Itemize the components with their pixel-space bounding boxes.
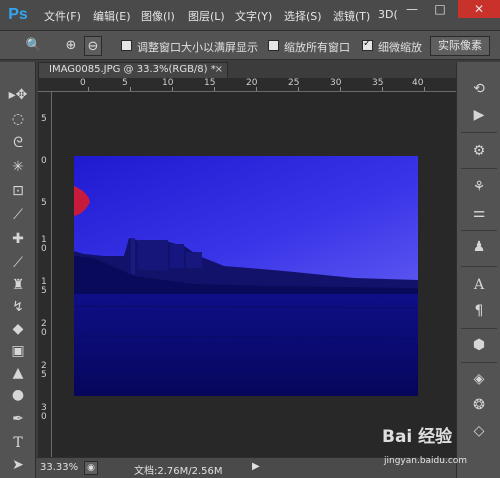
ruler-label: 5 <box>41 114 47 124</box>
right-panel-dock: ⟲ ▶ ⚙ ⚘ ⚌ ♟ A ¶ ⬢ ◈ ❂ ◇ <box>456 62 500 478</box>
zoom-all-windows-checkbox[interactable] <box>268 40 279 51</box>
ruler-label: 2 0 <box>41 319 47 338</box>
resize-windows-label: 调整窗口大小以满屏显示 <box>137 41 258 54</box>
ruler-label: 2 5 <box>41 361 47 380</box>
layers-icon[interactable]: ◈ <box>467 368 491 390</box>
ruler-label: 1 5 <box>41 277 47 296</box>
menu-type[interactable]: 文字(Y) <box>235 8 272 24</box>
menu-file[interactable]: 文件(F) <box>44 8 81 24</box>
menu-image[interactable]: 图像(I) <box>141 8 175 24</box>
magic-wand-tool-icon[interactable]: ✳ <box>6 156 30 178</box>
blur-tool-icon[interactable]: ▲ <box>6 362 30 384</box>
zoom-all-windows-label: 缩放所有窗口 <box>284 41 350 54</box>
paragraph-icon[interactable]: ¶ <box>467 300 491 322</box>
move-tool-icon[interactable]: ▸✥ <box>6 84 30 106</box>
pen-tool-icon[interactable]: ✒ <box>6 408 30 430</box>
adjust-icon[interactable]: ⚌ <box>467 202 491 224</box>
horizontal-ruler: 0 5 10 15 20 25 30 35 40 <box>38 78 456 92</box>
ruler-label: 5 <box>122 78 128 88</box>
path-selection-tool-icon[interactable]: ➤ <box>6 454 30 476</box>
eyedropper-tool-icon[interactable]: ⟋ <box>6 204 30 226</box>
actual-pixels-button[interactable]: 实际像素 <box>430 36 490 56</box>
zoom-level[interactable]: 33.33% <box>40 462 78 473</box>
minimize-button[interactable]: — <box>398 0 426 18</box>
menu-bar: Ps 文件(F) 编辑(E) 图像(I) 图层(L) 文字(Y) 选择(S) 滤… <box>0 0 500 30</box>
ruler-tick <box>88 87 89 91</box>
ruler-label: 1 0 <box>41 235 47 254</box>
scrubby-zoom-label: 细微缩放 <box>378 41 422 54</box>
tool-presets-icon[interactable]: ⚙ <box>467 140 491 162</box>
watermark-url: jingyan.baidu.com <box>384 456 468 466</box>
options-bar: 🔍 ⊕ ⊖ 调整窗口大小以满屏显示 缩放所有窗口 细微缩放 实际像素 <box>0 30 500 60</box>
zoom-in-icon[interactable]: ⊕ <box>62 36 80 56</box>
status-info-icon[interactable]: ◉ <box>84 461 98 475</box>
scrubby-zoom-checkbox[interactable] <box>362 38 373 51</box>
vertical-ruler: 5 0 5 1 0 1 5 2 0 2 5 3 0 <box>38 92 52 457</box>
channels-icon[interactable]: ❂ <box>467 394 491 416</box>
crop-tool-icon[interactable]: ⊡ <box>6 180 30 202</box>
panel-divider <box>461 266 497 267</box>
ps-logo: Ps <box>8 6 28 23</box>
3d-icon[interactable]: ⬢ <box>467 334 491 356</box>
canvas-pasteboard[interactable] <box>52 92 456 457</box>
blue-tinted-photo <box>74 156 418 396</box>
ruler-tick <box>382 87 383 91</box>
menu-3d[interactable]: 3D( <box>378 8 398 21</box>
zoom-out-icon[interactable]: ⊖ <box>84 36 102 56</box>
brush-tool-icon[interactable]: ⟋ <box>6 252 30 274</box>
ruler-label: 3 0 <box>41 403 47 422</box>
zoom-tool-preset-icon[interactable]: 🔍 <box>20 36 48 56</box>
panel-divider <box>461 328 497 329</box>
menu-filter[interactable]: 滤镜(T) <box>333 8 370 24</box>
history-icon[interactable]: ⟲ <box>467 78 491 100</box>
document-tab[interactable]: IMAG0085.JPG @ 33.3%(RGB/8) * × <box>38 62 228 78</box>
ruler-label: 5 <box>41 198 47 208</box>
menu-select[interactable]: 选择(S) <box>284 8 322 24</box>
document-tab-title: IMAG0085.JPG @ 33.3%(RGB/8) * <box>49 64 216 75</box>
eraser-tool-icon[interactable]: ◆ <box>6 318 30 340</box>
panel-divider <box>461 362 497 363</box>
ruler-tick <box>424 87 425 91</box>
photoshop-window: Ps 文件(F) 编辑(E) 图像(I) 图层(L) 文字(Y) 选择(S) 滤… <box>0 0 500 478</box>
tab-close-icon[interactable]: × <box>215 63 223 77</box>
dodge-tool-icon[interactable]: ● <box>6 384 30 406</box>
ruler-tick <box>130 87 131 91</box>
ruler-tick <box>256 87 257 91</box>
clone-source-icon[interactable]: ♟ <box>467 236 491 258</box>
baidu-watermark: Bai 经验 jingyan.baidu.com <box>380 420 498 476</box>
watermark-brand: Bai 经验 <box>382 427 453 447</box>
maximize-button[interactable]: □ <box>426 0 454 18</box>
document-size-info: 文档:2.76M/2.56M <box>134 466 223 477</box>
resize-windows-checkbox[interactable] <box>121 40 132 51</box>
ruler-tick <box>172 87 173 91</box>
gradient-tool-icon[interactable]: ▣ <box>6 340 30 362</box>
lasso-tool-icon[interactable]: ᘓ <box>6 132 30 154</box>
healing-brush-tool-icon[interactable]: ✚ <box>6 228 30 250</box>
ruler-label: 0 <box>80 78 86 88</box>
character-icon[interactable]: A <box>467 274 491 296</box>
ruler-label: 0 <box>41 156 47 166</box>
status-menu-arrow-icon[interactable]: ▶ <box>252 461 260 472</box>
panel-divider <box>461 168 497 169</box>
actions-icon[interactable]: ▶ <box>467 104 491 126</box>
menu-edit[interactable]: 编辑(E) <box>93 8 131 24</box>
document-image[interactable] <box>74 156 418 396</box>
history-brush-tool-icon[interactable]: ↯ <box>6 296 30 318</box>
ruler-label: 40 <box>412 78 424 88</box>
clone-stamp-tool-icon[interactable]: ♜ <box>6 274 30 296</box>
ruler-tick <box>214 87 215 91</box>
type-tool-icon[interactable]: T <box>6 432 30 454</box>
tools-panel: ▸✥ ◌ ᘓ ✳ ⊡ ⟋ ✚ ⟋ ♜ ↯ ◆ ▣ ▲ ● ✒ T ➤ <box>0 62 36 478</box>
ruler-tick <box>298 87 299 91</box>
brush-icon[interactable]: ⚘ <box>467 176 491 198</box>
close-button[interactable]: ✕ <box>458 0 500 18</box>
panel-divider <box>461 230 497 231</box>
menu-layer[interactable]: 图层(L) <box>188 8 225 24</box>
panel-divider <box>461 132 497 133</box>
ruler-tick <box>340 87 341 91</box>
marquee-tool-icon[interactable]: ◌ <box>6 108 30 130</box>
